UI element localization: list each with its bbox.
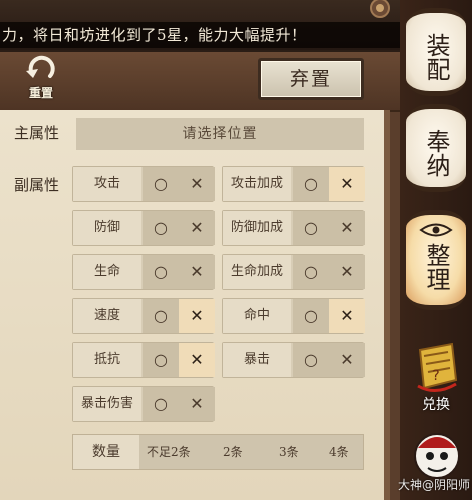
main-attr-select[interactable]: 请选择位置	[76, 118, 364, 150]
sub-attr-item: 防御加成 ○ ✕	[222, 210, 365, 246]
offer-lantern-button[interactable]: 奉纳	[406, 104, 466, 192]
exclude-toggle-button[interactable]: ✕	[179, 167, 215, 201]
exclude-toggle-button[interactable]: ✕	[179, 211, 215, 245]
sub-attr-item: 防御 ○ ✕	[72, 210, 215, 246]
eye-icon	[419, 223, 453, 237]
sub-attr-name: 防御加成	[223, 211, 291, 245]
sub-attr-name: 暴击	[223, 343, 291, 377]
exclude-toggle-button[interactable]: ✕	[179, 255, 215, 289]
exclude-toggle-button[interactable]: ✕	[179, 387, 215, 421]
include-toggle-button[interactable]: ○	[143, 343, 179, 377]
include-toggle-button[interactable]: ○	[143, 255, 179, 289]
discard-button[interactable]: 弃置	[258, 58, 364, 100]
sub-attr-name: 攻击加成	[223, 167, 291, 201]
include-toggle-button[interactable]: ○	[293, 167, 329, 201]
exchange-button[interactable]: ? 兑换	[406, 340, 466, 414]
sub-attr-item: 速度 ○ ✕	[72, 298, 215, 334]
exchange-label: 兑换	[422, 397, 450, 413]
ornament-icon	[370, 0, 390, 18]
sub-attr-name: 生命加成	[223, 255, 291, 289]
organize-lantern-button[interactable]: 整理	[406, 210, 466, 310]
reset-label: 重置	[28, 86, 53, 100]
sub-attr-name: 攻击	[73, 167, 141, 201]
sub-attr-item: 生命加成 ○ ✕	[222, 254, 365, 290]
include-toggle-button[interactable]: ○	[293, 299, 329, 333]
svg-text:?: ?	[432, 368, 439, 384]
sub-attr-name: 抵抗	[73, 343, 141, 377]
sub-attr-item: 抵抗 ○ ✕	[72, 342, 215, 378]
include-toggle-button[interactable]: ○	[293, 255, 329, 289]
sub-attr-name: 命中	[223, 299, 291, 333]
offer-label: 奉纳	[422, 129, 450, 177]
top-bar: 力，将日和坊进化到了5星，能力大幅提升！	[0, 0, 405, 50]
watermark: 大神@阴阳师	[397, 478, 470, 492]
sub-attr-label: 副属性	[14, 176, 60, 194]
side-menu: 装配 奉纳 整理 ? 兑换	[400, 0, 472, 500]
sub-attr-item: 暴击 ○ ✕	[222, 342, 365, 378]
sub-attr-item: 暴击伤害 ○ ✕	[72, 386, 215, 422]
include-toggle-button[interactable]: ○	[143, 299, 179, 333]
reset-icon	[26, 55, 55, 78]
announcement-text: 力，将日和坊进化到了5星，能力大幅提升！	[0, 22, 400, 48]
include-toggle-button[interactable]: ○	[143, 167, 179, 201]
sub-attr-item: 攻击 ○ ✕	[72, 166, 215, 202]
sub-attr-item: 攻击加成 ○ ✕	[222, 166, 365, 202]
quantity-label: 数量	[73, 435, 139, 469]
filter-paper: 主属性 请选择位置 副属性 攻击 ○ ✕ 攻击加成 ○ ✕ 防御 ○ ✕ 防御加成 ○ ✕ 生命 ○ ✕ 生命…	[0, 110, 390, 500]
organize-label: 整理	[422, 243, 450, 291]
exclude-toggle-button[interactable]: ✕	[329, 299, 365, 333]
sub-attr-name: 生命	[73, 255, 141, 289]
sub-attr-name: 防御	[73, 211, 141, 245]
quantity-option[interactable]: 3条	[279, 435, 299, 469]
exclude-toggle-button[interactable]: ✕	[329, 343, 365, 377]
sub-attr-item: 命中 ○ ✕	[222, 298, 365, 334]
exclude-toggle-button[interactable]: ✕	[179, 343, 215, 377]
quantity-row: 数量 不足2条 2条 3条 4条	[72, 434, 364, 470]
exclude-toggle-button[interactable]: ✕	[329, 255, 365, 289]
reset-button[interactable]: 重置	[16, 54, 66, 102]
main-attr-label: 主属性	[14, 124, 60, 142]
sub-attr-name: 速度	[73, 299, 141, 333]
exclude-toggle-button[interactable]: ✕	[329, 167, 365, 201]
include-toggle-button[interactable]: ○	[293, 211, 329, 245]
scroll-exchange-icon: ?	[417, 342, 458, 392]
sub-attr-name: 暴击伤害	[73, 387, 141, 421]
include-toggle-button[interactable]: ○	[293, 343, 329, 377]
quantity-option[interactable]: 4条	[329, 435, 349, 469]
equip-lantern-button[interactable]: 装配	[406, 8, 466, 96]
quantity-option[interactable]: 2条	[223, 435, 243, 469]
exclude-toggle-button[interactable]: ✕	[179, 299, 215, 333]
include-toggle-button[interactable]: ○	[143, 387, 179, 421]
sub-attr-item: 生命 ○ ✕	[72, 254, 215, 290]
equip-label: 装配	[422, 33, 450, 81]
exclude-toggle-button[interactable]: ✕	[329, 211, 365, 245]
quantity-option[interactable]: 不足2条	[147, 435, 191, 469]
include-toggle-button[interactable]: ○	[143, 211, 179, 245]
